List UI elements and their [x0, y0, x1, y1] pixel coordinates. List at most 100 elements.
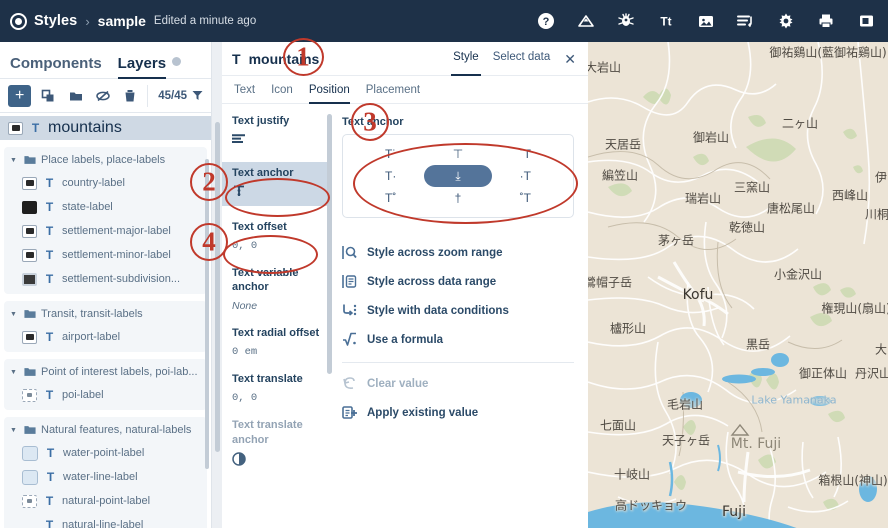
text-anchor-grid[interactable]: T˙ ⊤ ˙T T· ⤓ ·T T˚ † ˚T [342, 134, 574, 218]
terrain-icon[interactable] [576, 11, 596, 31]
group-header[interactable]: ▼ Transit, transit-labels [4, 303, 207, 325]
map-label: 櫨形山 [609, 321, 647, 336]
list-item[interactable]: T state-label [4, 195, 207, 219]
list-item[interactable]: T settlement-major-label [4, 219, 207, 243]
help-icon[interactable]: ? [536, 11, 556, 31]
layer-name: state-label [62, 201, 113, 213]
list-item[interactable]: T natural-line-label [4, 513, 207, 528]
filter-icon [192, 91, 203, 100]
group-header[interactable]: ▼ Natural features, natural-labels [4, 419, 207, 441]
anchor-option-bottom[interactable]: † [424, 187, 491, 209]
layer-name: country-label [62, 177, 125, 189]
fullscreen-icon[interactable] [856, 11, 876, 31]
layer-count-filter[interactable]: 45/45 [147, 84, 203, 107]
list-item[interactable]: T country-label [4, 171, 207, 195]
duplicate-icon[interactable] [37, 84, 58, 108]
map-label: 御祐鷄山(藍御祐鷄山) [769, 45, 887, 60]
tab-select-data[interactable]: Select data [493, 51, 551, 67]
property-list-scrollbar[interactable] [327, 114, 332, 374]
property-text-variable-anchor[interactable]: Text variable anchor None [232, 266, 322, 313]
property-text-justify[interactable]: Text justify [232, 114, 322, 148]
document-name[interactable]: sample [98, 13, 146, 29]
list-item[interactable]: T water-point-label [4, 441, 207, 465]
bug-icon[interactable] [616, 11, 636, 31]
text-layer-icon: T [45, 248, 54, 262]
print-icon[interactable] [816, 11, 836, 31]
action-style-with-data-conditions[interactable]: Style with data conditions [342, 296, 574, 325]
anchor-option-left[interactable]: T· [357, 165, 424, 187]
action-style-across-zoom-range[interactable]: Style across zoom range [342, 238, 574, 267]
tab-position[interactable]: Position [308, 76, 350, 104]
layer-name: water-point-label [63, 447, 145, 459]
layers-list-icon[interactable] [736, 11, 756, 31]
list-item[interactable]: T airport-label [4, 325, 207, 349]
layer-swatch-icon [22, 519, 37, 528]
brand[interactable]: Styles [10, 12, 78, 30]
text-layer-icon: T [31, 121, 40, 135]
anchor-option-bottom-right[interactable]: ˚T [492, 187, 559, 209]
tab-layers[interactable]: Layers [117, 55, 167, 79]
editor-header-actions: Style Select data ✕ [451, 51, 576, 76]
property-text-offset[interactable]: Text offset 0, 0 [232, 220, 322, 252]
property-text-translate-anchor[interactable]: Text translate anchor [232, 418, 322, 469]
property-text-radial-offset[interactable]: Text radial offset 0 em [232, 326, 322, 358]
image-icon[interactable] [696, 11, 716, 31]
chevron-down-icon: ▼ [10, 156, 17, 164]
layer-group: ▼ Place labels, place-labels T country-l… [4, 147, 207, 294]
action-apply-existing-value[interactable]: Apply existing value [342, 398, 574, 427]
anchor-option-bottom-left[interactable]: T˚ [357, 187, 424, 209]
tab-icon[interactable]: Icon [271, 76, 293, 104]
svg-text:?: ? [543, 16, 550, 28]
list-item[interactable]: T natural-point-label [4, 489, 207, 513]
tab-style[interactable]: Style [451, 51, 481, 76]
action-use-a-formula[interactable]: Use a formula [342, 325, 574, 354]
map-canvas[interactable]: 御祐鷄山(藍御祐鷄山) 大岩山 二ヶ山 御岩山 天居岳 編笠山 三窯山 伊 西峰… [588, 42, 888, 528]
top-bar: Styles › sample Edited a minute ago ? Tt [0, 0, 888, 42]
map-label: 高ドッキョウ [614, 498, 688, 513]
action-label: Apply existing value [367, 406, 479, 419]
panel-scrollbar[interactable] [215, 122, 220, 452]
tab-placement[interactable]: Placement [366, 76, 420, 104]
property-label: Text radial offset [232, 327, 320, 340]
folder-icon [24, 368, 36, 376]
action-style-across-data-range[interactable]: Style across data range [342, 267, 574, 296]
brand-label: Styles [34, 13, 78, 29]
anchor-option-top-left[interactable]: T˙ [357, 143, 424, 165]
property-text-translate[interactable]: Text translate 0, 0 [232, 372, 322, 404]
close-icon[interactable]: ✕ [564, 52, 576, 66]
map-label: 唐松尾山 [766, 201, 816, 216]
list-item[interactable]: T settlement-subdivision... [4, 267, 207, 291]
property-text-anchor[interactable]: Text anchor [222, 161, 330, 206]
layer-list[interactable]: T mountains ▼ Place labels, place-labels… [0, 113, 211, 528]
action-clear-value[interactable]: Clear value [342, 369, 574, 398]
style-editor-panel: T mountains Style Select data ✕ Text Ico… [222, 42, 588, 528]
group-header[interactable]: ▼ Place labels, place-labels [4, 149, 207, 171]
map-label: 丹沢山 [854, 366, 888, 381]
property-value: 0, 0 [232, 391, 258, 404]
folder-icon [24, 156, 36, 164]
folder-icon[interactable] [65, 84, 86, 108]
tab-text[interactable]: Text [234, 76, 255, 104]
settings-gear-icon[interactable] [776, 11, 796, 31]
app-root: Styles › sample Edited a minute ago ? Tt [0, 0, 888, 528]
layers-sidebar: Components Layers + 45/45 T mountains ▼ … [0, 42, 212, 528]
sidebar-scrollbar[interactable] [205, 159, 209, 469]
list-item[interactable]: T settlement-minor-label [4, 243, 207, 267]
anchor-option-right[interactable]: ·T [492, 165, 559, 187]
anchor-option-top[interactable]: ⊤ [424, 143, 491, 165]
add-layer-button[interactable]: + [8, 84, 32, 107]
selected-layer-row[interactable]: T mountains [0, 116, 211, 140]
page-title: mountains [248, 50, 320, 67]
action-label: Style across data range [367, 275, 497, 288]
anchor-option-center[interactable]: ⤓ [424, 165, 492, 187]
chevron-down-icon: ▼ [10, 368, 17, 376]
group-title: Point of interest labels, poi-lab... [41, 366, 198, 378]
anchor-option-top-right[interactable]: ˙T [492, 143, 559, 165]
list-item[interactable]: T poi-label [4, 383, 207, 407]
group-header[interactable]: ▼ Point of interest labels, poi-lab... [4, 361, 207, 383]
hide-icon[interactable] [92, 84, 113, 108]
typography-icon[interactable]: Tt [656, 11, 676, 31]
trash-icon[interactable] [120, 84, 141, 108]
list-item[interactable]: T water-line-label [4, 465, 207, 489]
tab-components[interactable]: Components [10, 55, 102, 78]
